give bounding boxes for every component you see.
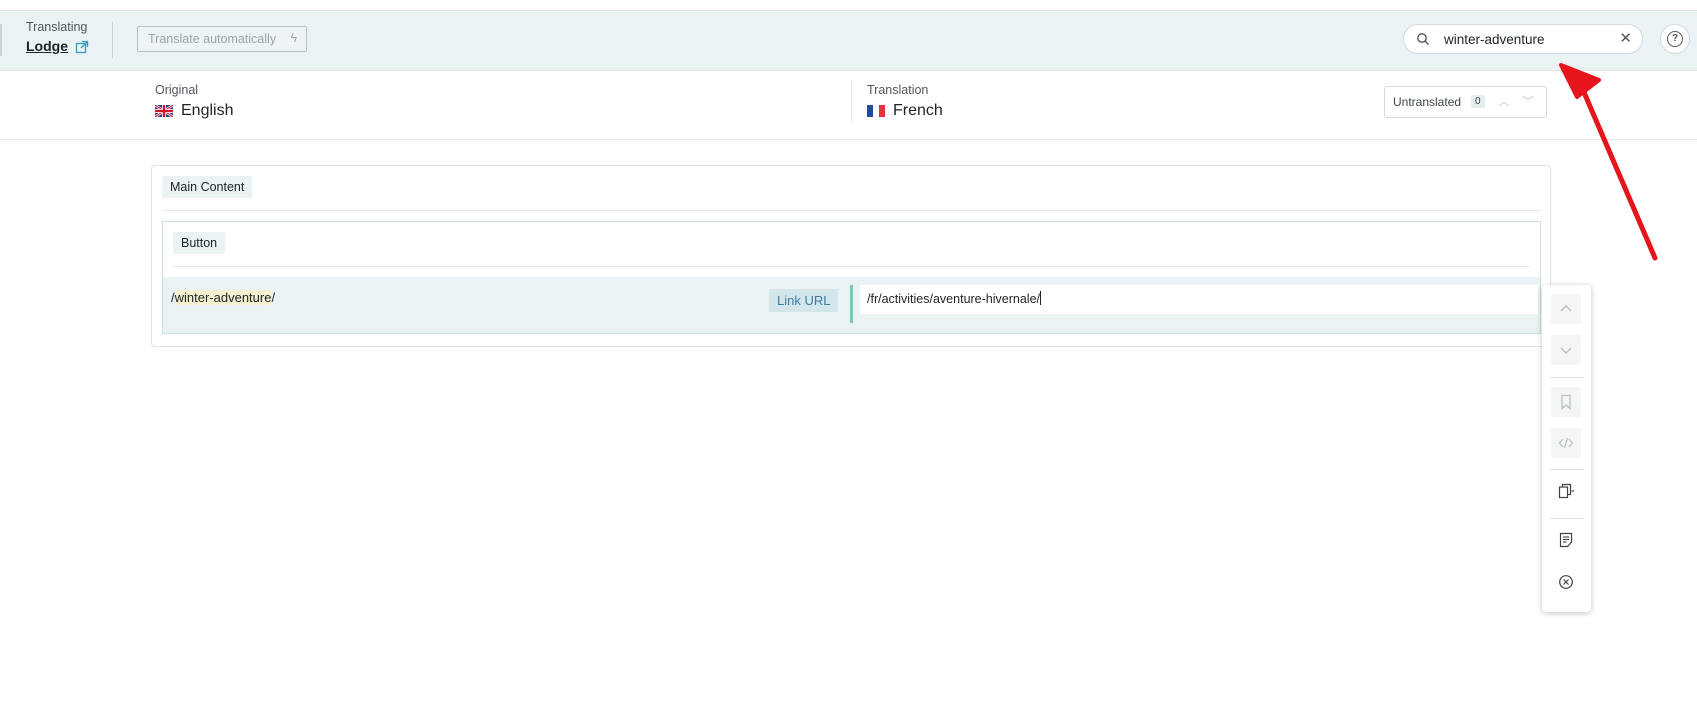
bookmark-icon — [1561, 394, 1571, 410]
clear-translation-button[interactable] — [1551, 567, 1581, 597]
search-icon — [1417, 33, 1429, 45]
original-language: English — [181, 102, 234, 119]
chevron-down-icon[interactable]: ﹀ — [1519, 94, 1537, 110]
chevron-up-icon[interactable]: ︿ — [1495, 94, 1513, 110]
divider — [1549, 469, 1584, 470]
note-icon — [1559, 532, 1573, 548]
field-type-badge: Link URL — [769, 289, 839, 312]
bookmark-button[interactable] — [1551, 387, 1581, 417]
divider — [162, 210, 1541, 211]
divider — [0, 24, 2, 56]
bolt-icon: ϟ — [290, 31, 297, 45]
translation-field[interactable]: /fr/activities/aventure-hivernale/ — [860, 285, 1538, 314]
divider — [0, 139, 1697, 140]
section-label: Main Content — [162, 176, 253, 198]
next-row-button[interactable] — [1551, 335, 1581, 365]
clear-search-icon[interactable]: ✕ — [1619, 29, 1632, 47]
original-label: Original — [155, 83, 199, 97]
original-text: /winter-adventure/ — [171, 290, 275, 305]
note-button[interactable] — [1551, 525, 1581, 555]
code-icon — [1558, 437, 1574, 449]
translating-label: Translating — [26, 20, 88, 34]
divider — [112, 22, 113, 58]
text-caret — [1040, 291, 1041, 305]
copy-original-button[interactable] — [1551, 476, 1581, 506]
untranslated-label: Untranslated — [1393, 95, 1462, 109]
annotation-arrow-icon — [1559, 63, 1658, 261]
france-flag-icon — [867, 105, 885, 117]
search-box[interactable]: ✕ — [1403, 24, 1643, 54]
divider — [851, 81, 852, 123]
translate-automatically-button[interactable]: Translate automatically ϟ — [137, 26, 307, 52]
active-row-indicator — [850, 285, 853, 323]
search-input[interactable] — [1444, 30, 1614, 48]
chevron-up-icon — [1560, 305, 1572, 312]
untranslated-count-badge: 0 — [1471, 95, 1485, 108]
untranslated-filter[interactable]: Untranslated 0 ︿ ﹀ — [1384, 86, 1547, 118]
help-button[interactable]: ? — [1660, 24, 1690, 54]
row-toolbar — [1542, 285, 1591, 612]
original-text-suffix: / — [271, 290, 276, 305]
divider — [1549, 377, 1584, 378]
block-label: Button — [173, 232, 226, 254]
document-title-link[interactable]: Lodge — [26, 38, 68, 54]
close-circle-icon — [1559, 575, 1573, 589]
chevron-down-icon — [1560, 347, 1572, 354]
previous-row-button[interactable] — [1551, 294, 1581, 324]
search-highlight: winter-adventure — [174, 290, 272, 305]
code-button[interactable] — [1551, 428, 1581, 458]
translation-language: French — [893, 102, 943, 119]
uk-flag-icon — [155, 105, 173, 117]
help-icon: ? — [1667, 31, 1683, 47]
translate-automatically-label: Translate automatically — [148, 32, 277, 46]
external-link-icon[interactable] — [75, 40, 89, 54]
divider — [173, 266, 1529, 267]
translation-label: Translation — [867, 83, 929, 97]
copy-icon — [1558, 483, 1574, 499]
translation-value: /fr/activities/aventure-hivernale/ — [867, 292, 1040, 306]
divider — [1549, 518, 1584, 519]
